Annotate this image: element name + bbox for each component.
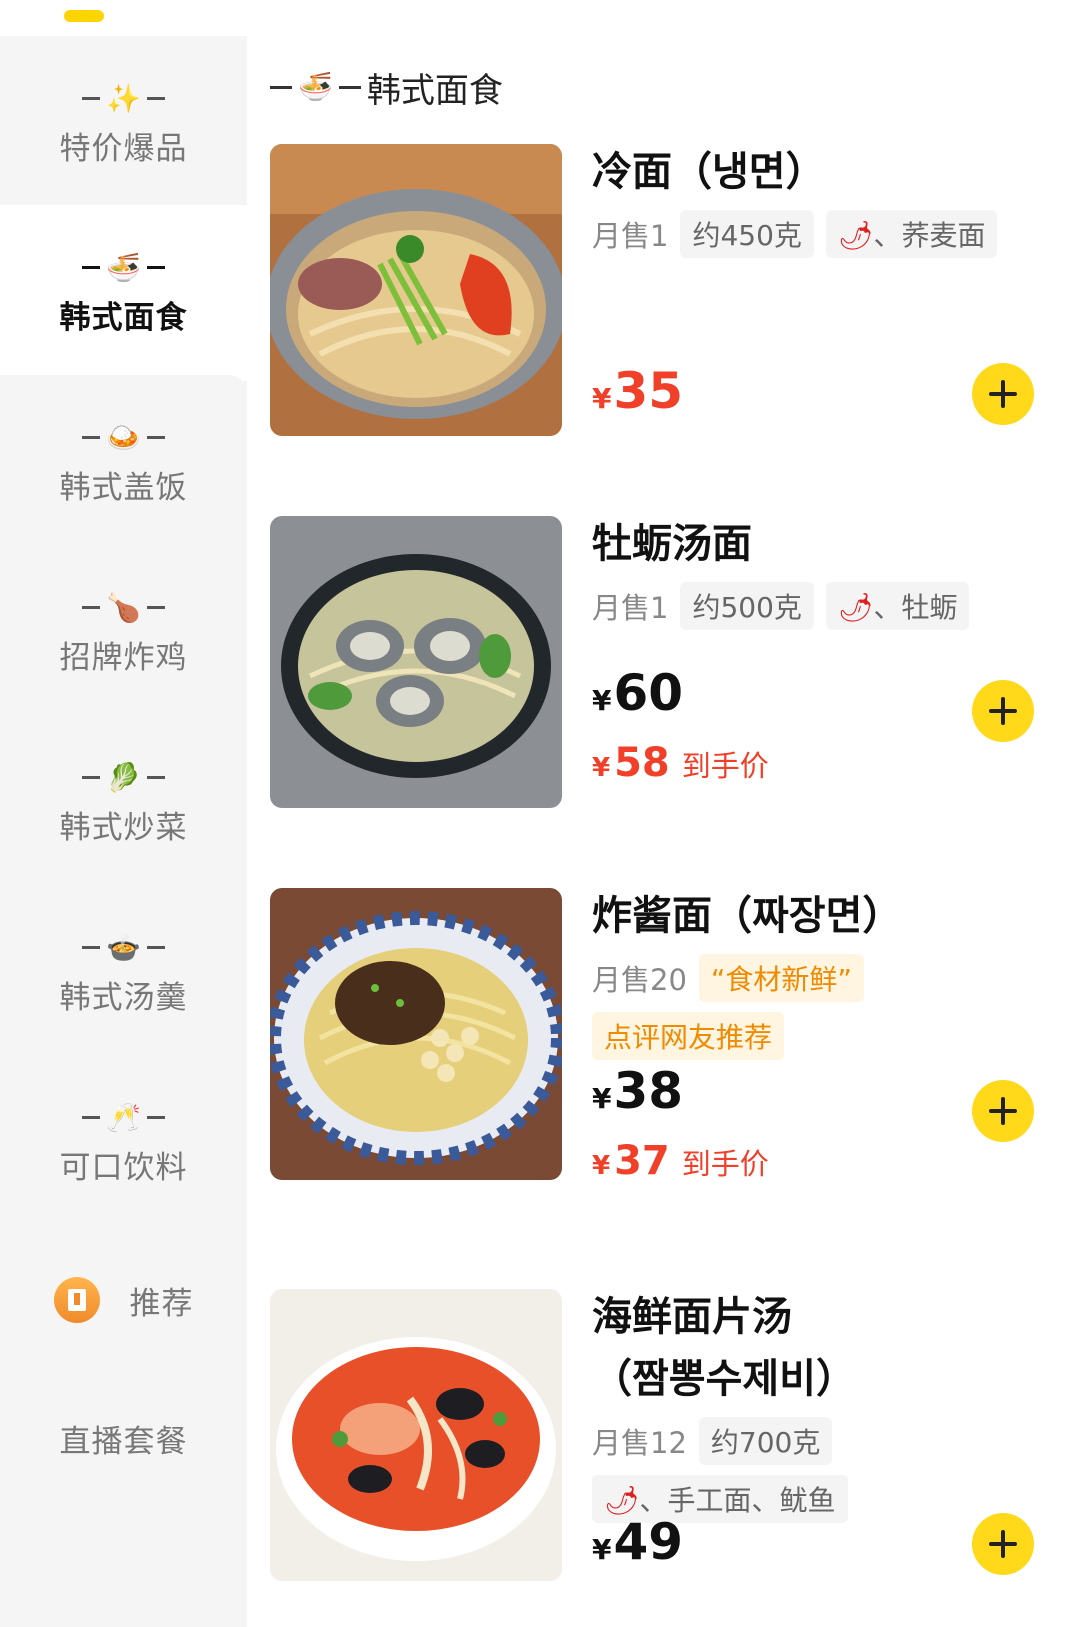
sidebar-item-stir-fry[interactable]: 🥬 韩式炒菜 (0, 715, 247, 891)
deal-price: ¥58 到手价 (592, 740, 769, 786)
plus-icon (989, 380, 1017, 408)
product-image-jajang-noodles[interactable] (270, 888, 562, 1180)
chili-icon: 🌶 (837, 591, 874, 624)
noodles-icon: 🍜 (298, 70, 333, 103)
sidebar-item-label: 特价爆品 (59, 130, 188, 167)
monthly-sales: 月售1 (592, 591, 669, 625)
sidebar-item-label: 韩式汤羹 (59, 979, 188, 1016)
product-info: 海鲜面片汤 （짬뽕수제비） 月售12 约700克 🌶、手工面、鱿鱼 (592, 1289, 1052, 1523)
product-image-oyster-noodles[interactable] (270, 516, 562, 808)
product-price: ¥35 (592, 362, 684, 420)
product-price: ¥38 (592, 1062, 684, 1120)
product-info: 冷面（냉면） 月售1 约450克 🌶、荞麦面 (592, 144, 1052, 258)
soup-icon: 🍲 (106, 930, 141, 964)
product-price: ¥60 (592, 664, 684, 722)
weight-tag: 约700克 (698, 1417, 833, 1465)
flavor-tag: 🌶、荞麦面 (825, 210, 998, 258)
product-name: 冷面（냉면） (592, 149, 826, 195)
sparkles-icon: ✨ (106, 81, 141, 115)
sidebar-item-label: 可口饮料 (59, 1149, 188, 1186)
product-info: 牡蛎汤面 月售1 约500克 🌶、牡蛎 (592, 516, 1052, 630)
monthly-sales: 月售1 (592, 219, 669, 253)
product-info: 炸酱面（짜장면） 月售20 “食材新鲜” 点评网友推荐 (592, 888, 1052, 1060)
product-card[interactable]: 海鲜面片汤 （짬뽕수제비） 月售12 约700克 🌶、手工面、鱿鱼 ¥49 (270, 1289, 1060, 1627)
product-image-cold-noodles[interactable] (270, 144, 562, 436)
product-image-seafood-soup[interactable] (270, 1289, 562, 1581)
monthly-sales: 月售12 (592, 1426, 687, 1460)
sidebar-item-recommend[interactable]: 推荐 (0, 1228, 247, 1372)
product-name: 牡蛎汤面 (592, 521, 752, 567)
sidebar-item-label: 韩式炒菜 (59, 809, 188, 846)
product-price: ¥49 (592, 1513, 684, 1571)
sidebar-item-fried-chicken[interactable]: 🍗 招牌炸鸡 (0, 545, 247, 721)
rice-bowl-icon: 🍛 (106, 420, 141, 454)
sidebar-item-korean-noodles[interactable]: 🍜 韩式面食 (0, 205, 247, 381)
section-title-text: 韩式面食 (366, 70, 503, 111)
sidebar-item-rice-bowl[interactable]: 🍛 韩式盖饭 (0, 375, 247, 551)
sidebar-item-label: 韩式面食 (59, 299, 188, 336)
chili-icon: 🌶 (837, 219, 874, 252)
sidebar-item-live-combo[interactable]: 直播套餐 (0, 1366, 247, 1510)
add-to-cart-button[interactable] (972, 680, 1034, 742)
sidebar-item-special[interactable]: ✨ 特价爆品 (0, 36, 247, 212)
sidebar-item-drinks[interactable]: 🥂 可口饮料 (0, 1055, 247, 1231)
bookmark-badge-icon (53, 1277, 100, 1323)
lettuce-icon: 🥬 (106, 760, 141, 794)
sidebar-item-soup[interactable]: 🍲 韩式汤羹 (0, 885, 247, 1061)
noodles-icon: 🍜 (106, 250, 141, 284)
add-to-cart-button[interactable] (972, 1513, 1034, 1575)
product-name-sub: （짬뽕수제비） (592, 1356, 856, 1402)
product-card[interactable]: 炸酱面（짜장면） 月售20 “食材新鲜” 点评网友推荐 ¥38 ¥37 到手价 (270, 888, 1060, 1208)
deal-price: ¥37 到手价 (592, 1138, 769, 1184)
flavor-tag: 🌶、牡蛎 (825, 582, 970, 630)
plus-icon (989, 1097, 1017, 1125)
section-title: 🍜 韩式面食 (270, 62, 503, 112)
add-to-cart-button[interactable] (972, 1080, 1034, 1142)
sidebar-item-label: 韩式盖饭 (59, 469, 188, 506)
cheers-icon: 🥂 (106, 1100, 141, 1134)
top-indicator (64, 10, 104, 22)
product-card[interactable]: 牡蛎汤面 月售1 约500克 🌶、牡蛎 ¥60 ¥58 到手价 (270, 516, 1060, 816)
sidebar-item-label: 直播套餐 (59, 1423, 188, 1460)
product-name: 海鲜面片汤 (592, 1294, 792, 1340)
product-card[interactable]: 冷面（냉면） 月售1 约450克 🌶、荞麦面 ¥35 (270, 144, 1060, 444)
monthly-sales: 月售20 (592, 963, 687, 997)
chicken-leg-icon: 🍗 (106, 590, 141, 624)
sidebar-item-label: 推荐 (129, 1285, 194, 1322)
product-name: 炸酱面（짜장면） (592, 893, 903, 939)
add-to-cart-button[interactable] (972, 363, 1034, 425)
weight-tag: 约450克 (680, 210, 814, 258)
review-quote-tag: “食材新鲜” (698, 954, 864, 1002)
recommend-tag: 点评网友推荐 (592, 1012, 785, 1060)
plus-icon (989, 1530, 1017, 1558)
sidebar-item-label: 招牌炸鸡 (59, 639, 188, 676)
plus-icon (989, 697, 1017, 725)
category-sidebar: ✨ 特价爆品 🍜 韩式面食 🍛 韩式盖饭 🍗 招牌炸鸡 🥬 韩式炒菜 🍲 韩式汤… (0, 36, 247, 1627)
weight-tag: 约500克 (680, 582, 814, 630)
